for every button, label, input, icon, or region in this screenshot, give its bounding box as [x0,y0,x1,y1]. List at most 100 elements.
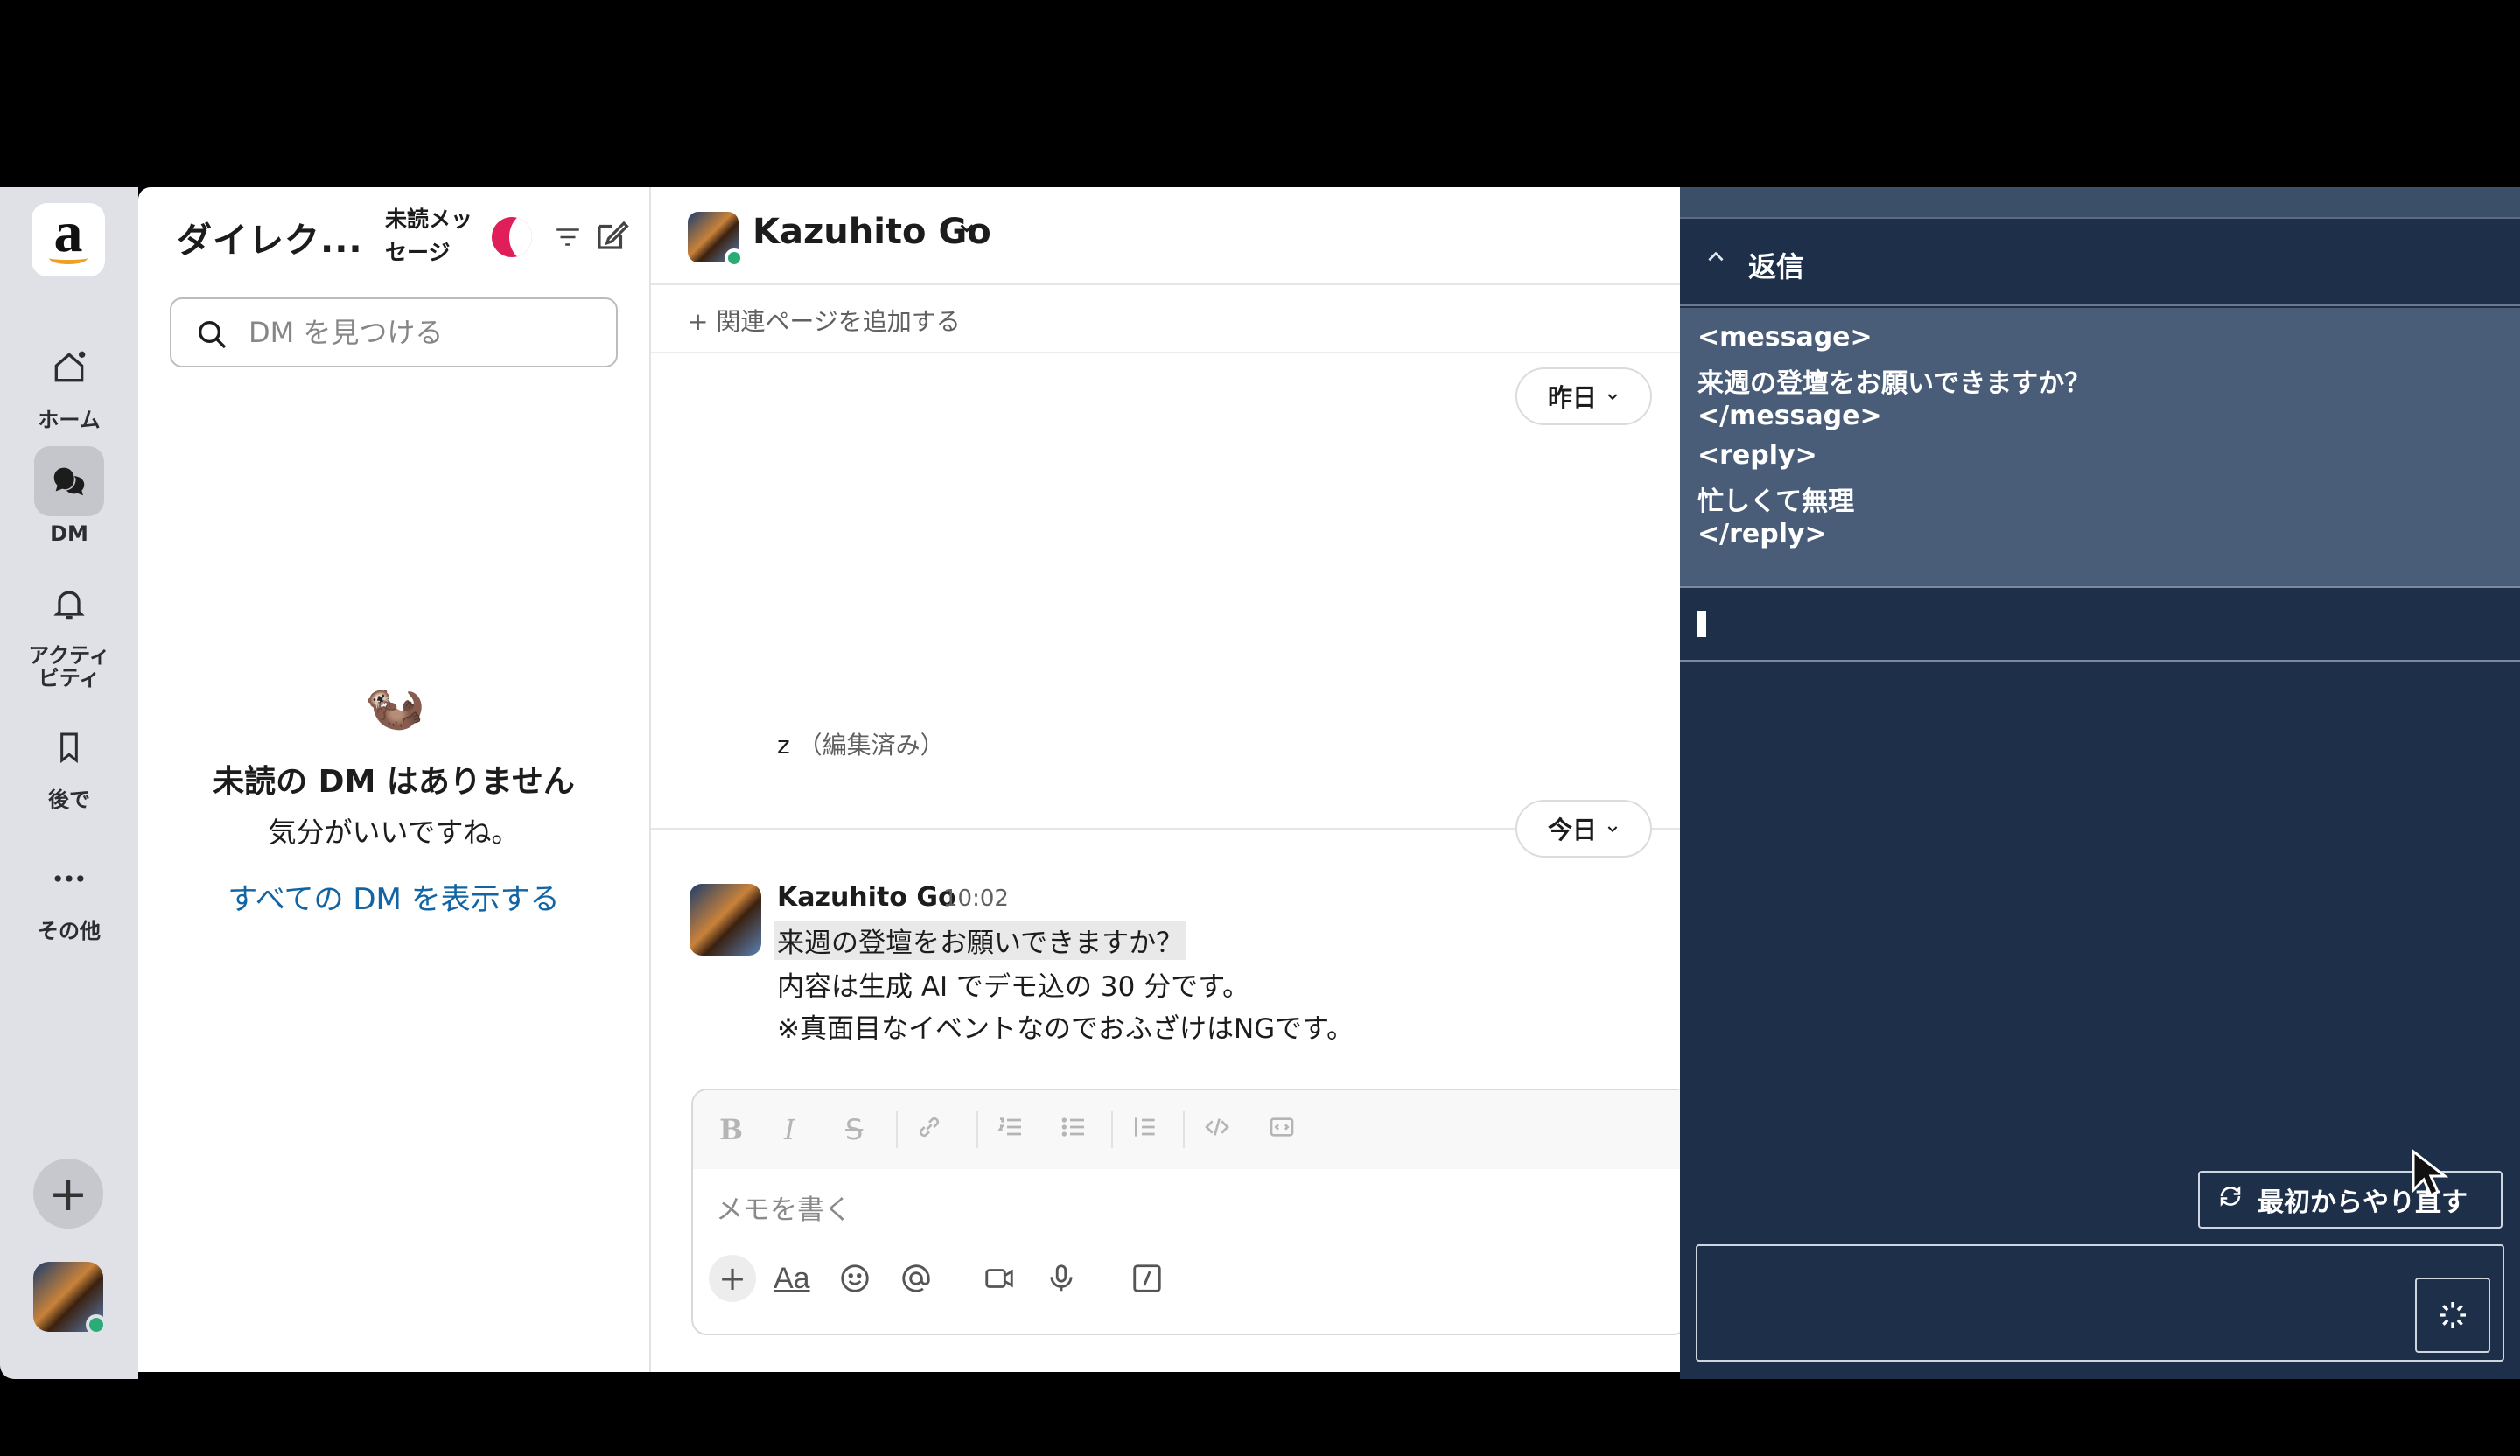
toolbar-divider [1183,1111,1185,1148]
show-all-dms-link[interactable]: すべての DM を表示する [138,875,649,918]
prompt-line: </message> [1698,401,1882,431]
search-icon [194,317,229,355]
mention-icon[interactable] [900,1262,933,1303]
toolbar-divider [1111,1111,1113,1148]
workspace-logo[interactable]: a [32,200,105,276]
dm-search-input[interactable] [248,313,598,352]
streaming-output-row [1680,590,2520,662]
message-timestamp[interactable]: 10:02 [943,886,1009,912]
mouse-pointer-icon [2410,1148,2449,1204]
spinner-icon [2440,1302,2466,1328]
reply-section-header[interactable]: 返信 [1680,219,2520,306]
edited-message: z （編集済み） [777,726,945,761]
date-label: 昨日 [1547,383,1597,412]
rail-label-activity: アクティ ビティ [28,643,110,690]
unread-toggle[interactable] [492,217,532,257]
link-icon[interactable] [915,1113,943,1148]
more-icon [34,844,104,914]
slash-command-icon[interactable] [1130,1262,1164,1303]
add-workspace-button[interactable]: + [33,1158,103,1228]
reply-section-title: 返信 [1748,250,1805,284]
reply-helper-panel: 返信 <message> 来週の登壇をお願いできますか？ </message> … [1680,187,2520,1379]
bulleted-list-icon[interactable] [1059,1113,1088,1148]
rail-label-home: ホーム [38,408,101,432]
format-text-icon[interactable]: Aa [774,1262,810,1296]
amazon-smile-icon [49,252,88,264]
microphone-icon[interactable] [1045,1262,1078,1303]
rail-item-later[interactable]: 後で [0,712,138,812]
unread-toggle-label: 未読メッセージ [385,206,473,265]
prompt-line: 忙しくて無理 [1698,486,1855,517]
message-text: z [777,731,790,760]
chevron-up-icon [1704,245,1727,276]
strikethrough-icon[interactable]: S [845,1113,863,1146]
empty-state-title: 未読の DM はありません [213,764,575,800]
conversation-name[interactable]: Kazuhito Go [752,212,991,252]
add-bookmark-link[interactable]: + 関連ページを追加する [688,303,961,338]
rail-item-dm[interactable]: DM [0,446,138,546]
date-divider-today[interactable]: 今日 [1516,800,1652,858]
conversation-pane: Kazuhito Go + 関連ページを追加する 昨日 z （編集済み） 今日 … [649,187,1689,1372]
refresh-icon [2217,1183,2244,1216]
edited-tag: （編集済み） [797,731,945,760]
bell-icon [34,569,104,639]
message-line-2: 内容は生成 AI でデモ込の 30 分です。 [777,971,1250,1003]
compose-icon[interactable] [593,217,630,257]
loading-spinner-button[interactable] [2415,1278,2490,1353]
toolbar-divider [896,1111,898,1148]
code-icon[interactable] [1202,1113,1232,1148]
conversation-header: Kazuhito Go [651,187,1680,285]
blockquote-icon[interactable] [1130,1113,1160,1148]
bookmark-bar: + 関連ページを追加する [651,285,1680,354]
rail-item-home[interactable]: ホーム [0,332,138,432]
message-composer: B I S メモを書く + Aa [691,1088,1689,1335]
message-author[interactable]: Kazuhito Go [777,882,956,913]
user-avatar[interactable] [33,1262,107,1335]
italic-icon[interactable]: I [784,1113,795,1146]
message-line-1: 来週の登壇をお願いできますか？ [774,920,1187,960]
message-input[interactable] [716,1190,1591,1230]
reply-input[interactable] [1712,1258,2412,1346]
reply-input-box [1696,1244,2504,1362]
attach-plus-button[interactable]: + [709,1255,756,1302]
video-icon[interactable] [982,1262,1017,1303]
dm-search-box[interactable] [170,298,618,368]
rail-label-later: 後で [48,788,90,812]
message-line-3: ※真面目なイベントなのでおふざけはNGです。 [777,1013,1354,1045]
emoji-icon[interactable] [838,1262,872,1303]
message-avatar[interactable] [690,884,761,956]
code-block-icon[interactable] [1267,1113,1297,1148]
conversation-avatar [688,212,744,268]
filter-icon[interactable] [553,222,583,256]
rail-label-dm: DM [50,522,88,546]
presence-dot [86,1314,107,1335]
rail-item-more[interactable]: その他 [0,844,138,943]
ordered-list-icon[interactable] [996,1113,1026,1148]
prompt-line: <message> [1698,322,1872,353]
plus-icon: + [48,1166,88,1222]
dm-panel-title[interactable]: ダイレク... [177,212,363,262]
prompt-line: <reply> [1698,440,1817,471]
dm-header: ダイレク... 未読メッセージ [138,187,649,285]
empty-state-subtitle: 気分がいいですね。 [268,816,520,849]
formatting-toolbar: B I S [693,1090,1687,1169]
rail-item-activity[interactable]: アクティ ビティ [0,569,138,690]
dm-icon [34,446,104,516]
bold-icon[interactable]: B [719,1113,743,1146]
prompt-block: <message> 来週の登壇をお願いできますか？ </message> <re… [1680,308,2520,588]
prompt-line: </reply> [1698,519,1827,550]
otter-illustration-icon: 🦦 [364,678,425,735]
text-cursor-icon [1698,611,1706,637]
presence-dot [724,248,744,268]
workspace-rail: a ホーム DM アクティ ビティ 後で その他 + [0,187,138,1379]
dm-list-panel: ダイレク... 未読メッセージ 🦦 未読の DM はありません 気分がいいですね… [138,187,649,1372]
date-divider-yesterday[interactable]: 昨日 [1516,368,1652,425]
chevron-down-icon [1607,826,1618,833]
panel-top-strip [1680,187,2520,219]
restart-button[interactable]: 最初からやり直す [2198,1171,2502,1228]
chevron-down-icon [1607,394,1618,401]
home-icon [34,332,104,402]
prompt-line: 来週の登壇をお願いできますか？ [1698,368,2091,399]
chevron-down-icon[interactable] [957,217,976,243]
date-label: 今日 [1547,816,1597,844]
